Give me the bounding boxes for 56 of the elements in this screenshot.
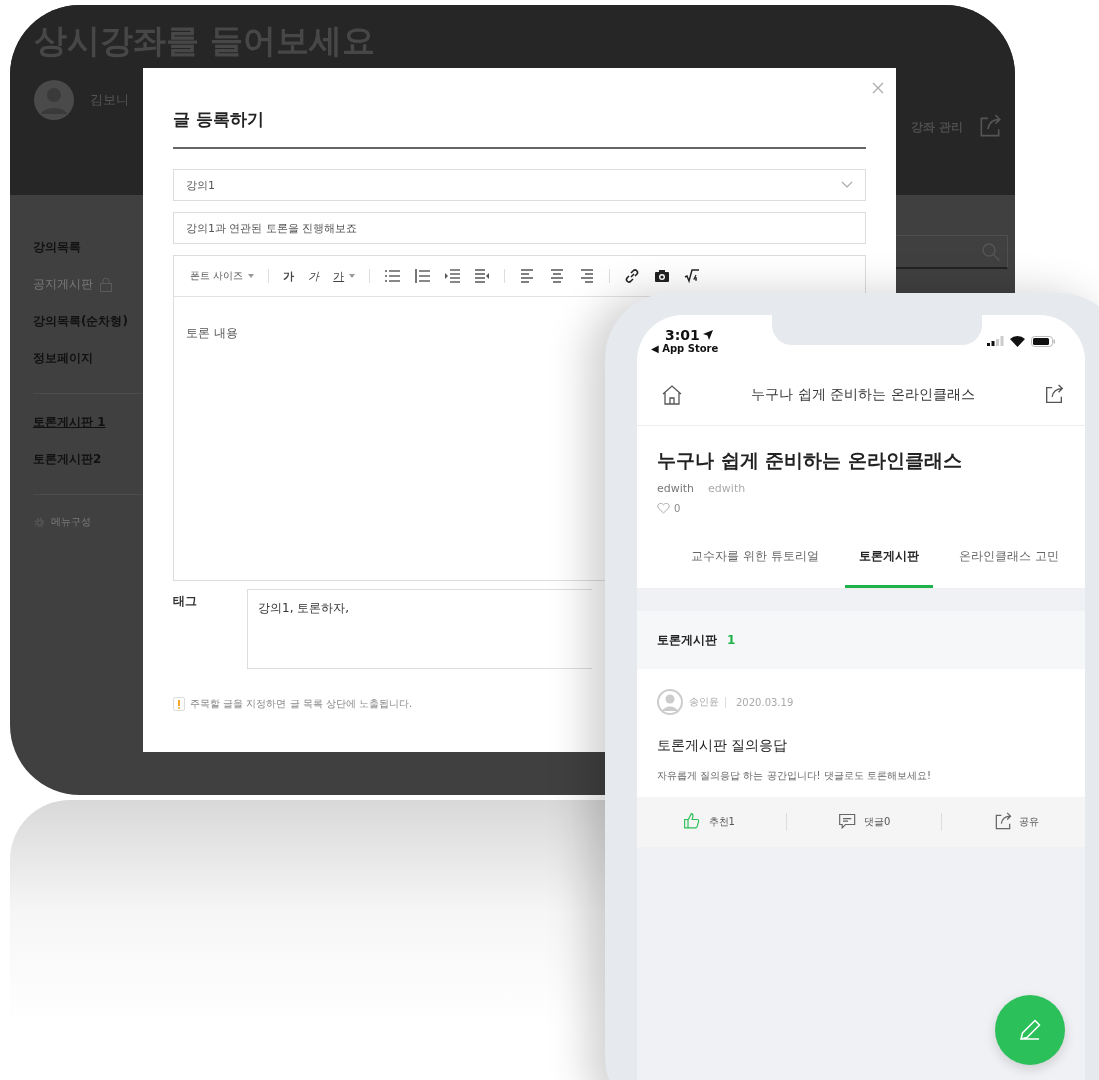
- share-icon[interactable]: [1043, 384, 1065, 406]
- numbered-list-icon[interactable]: [414, 268, 431, 284]
- camera-icon[interactable]: [654, 268, 671, 284]
- formula-icon[interactable]: [684, 268, 701, 284]
- post-card[interactable]: 송인윤 2020.03.19 토론게시판 질의응답 자유롭게 질의응답 하는 공간입니다! 댓글로도 토론해보세요!: [637, 669, 1085, 797]
- tab[interactable]: 교수자를 위한 튜토리얼: [677, 528, 833, 588]
- bullet-list-icon[interactable]: [384, 268, 401, 284]
- editor-field[interactable]: 토론 내용: [186, 325, 238, 342]
- location-arrow-icon: [702, 330, 713, 340]
- warning-icon: [173, 697, 185, 711]
- post-title: 토론게시판 질의응답: [657, 737, 789, 755]
- pencil-icon: [1017, 1017, 1043, 1043]
- like-button[interactable]: 추천1: [682, 812, 735, 832]
- align-right-icon[interactable]: [579, 268, 596, 284]
- heart-icon[interactable]: [657, 503, 670, 514]
- tab[interactable]: 온라인클래스 고민: [945, 528, 1073, 588]
- notice-text: 주목할 글을 지정하면 글 목록 상단에 노출됩니다.: [190, 697, 413, 711]
- font-size-dropdown[interactable]: 폰트 사이즈: [190, 269, 255, 283]
- board-title: 토론게시판: [657, 631, 717, 649]
- caret-icon: [248, 274, 255, 278]
- signal-icon: [987, 336, 1004, 346]
- post-count: 1: [727, 633, 736, 647]
- comment-button[interactable]: 댓글0: [838, 812, 891, 832]
- post-body: 자유롭게 질의응답 하는 공간입니다! 댓글로도 토론해보세요!: [657, 769, 932, 783]
- author-name: edwith: [657, 482, 695, 495]
- tab[interactable]: 토론게시판: [844, 528, 933, 588]
- indent-icon[interactable]: [444, 268, 461, 284]
- tag-field[interactable]: 강의1, 토론하자,: [247, 589, 592, 669]
- dialog-title: 글 등록하기: [173, 108, 866, 149]
- align-left-icon[interactable]: [519, 268, 536, 284]
- post-date: 2020.03.19: [725, 696, 794, 708]
- like-count: 0: [674, 503, 681, 514]
- back-link[interactable]: ◀ App Store: [651, 343, 719, 354]
- wifi-icon: [1010, 335, 1025, 347]
- underline-button[interactable]: 가: [333, 268, 356, 284]
- post-author: 송인윤: [689, 695, 719, 709]
- nav-title: 누구나 쉽게 준비하는 온라인클래스: [751, 386, 975, 404]
- battery-icon: [1031, 335, 1055, 347]
- caret-icon: [349, 274, 356, 278]
- avatar-icon: [34, 80, 74, 120]
- avatar-icon: [657, 689, 683, 715]
- status-time: 3:01: [665, 327, 700, 343]
- author-name: edwith: [708, 482, 746, 495]
- close-icon[interactable]: [872, 82, 884, 94]
- link-icon[interactable]: [624, 268, 641, 284]
- outdent-icon[interactable]: [474, 268, 491, 284]
- title-field[interactable]: 강의1과 연관된 토론을 진행해보죠: [173, 212, 866, 244]
- home-icon[interactable]: [661, 384, 683, 406]
- italic-button[interactable]: 가: [308, 268, 320, 284]
- chevron-icon: [841, 181, 853, 189]
- tag-label: 태그: [173, 593, 197, 610]
- share-button[interactable]: 공유: [993, 812, 1040, 832]
- lecture-select[interactable]: 강의1: [173, 169, 866, 201]
- bold-button[interactable]: 가: [283, 268, 295, 284]
- align-center-icon[interactable]: [549, 268, 566, 284]
- course-title: 누구나 쉽게 준비하는 온라인클래스: [657, 448, 963, 473]
